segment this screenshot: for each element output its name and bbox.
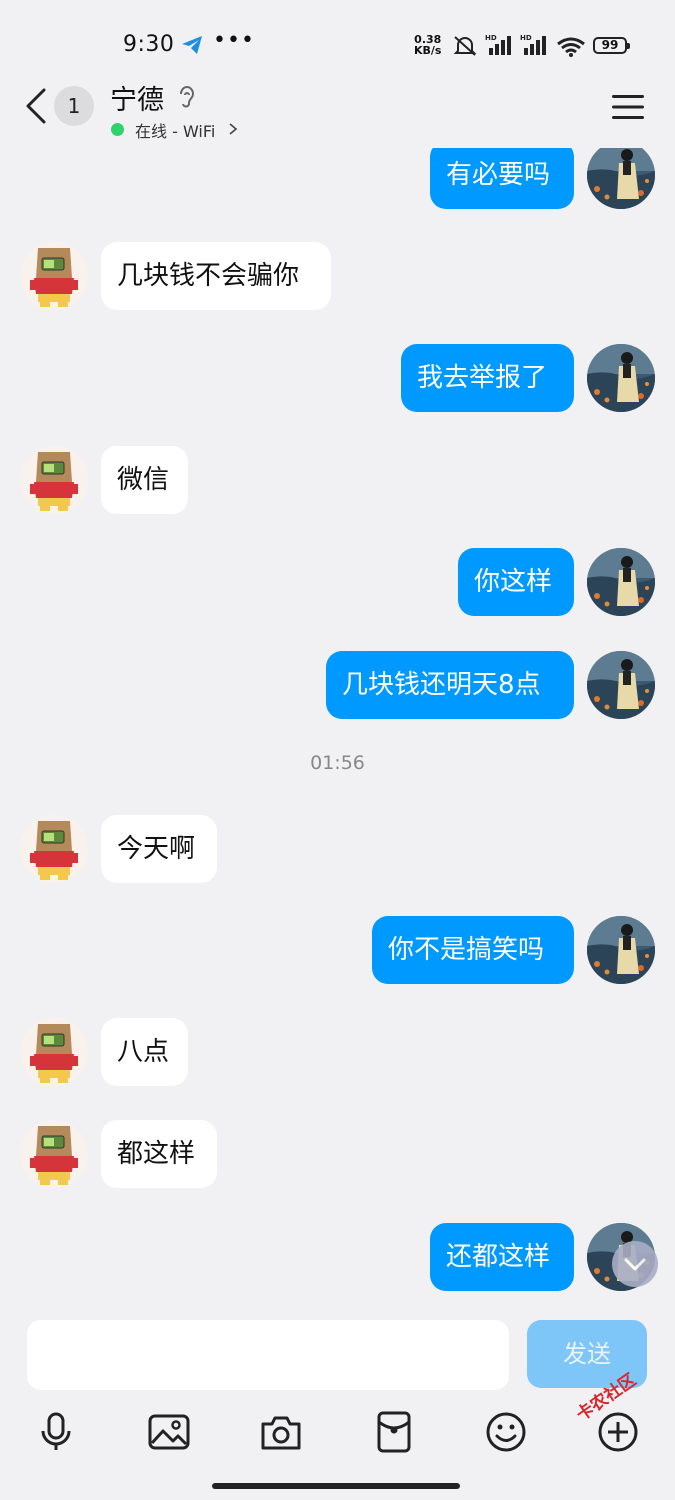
message-list[interactable]: 01:56 有必要吗几块钱不会骗你我去举报了微信你这样几块钱还明天8点今天啊你不… <box>0 148 675 1310</box>
my-avatar[interactable] <box>587 148 655 209</box>
mute-bell-icon <box>453 36 477 56</box>
message-input[interactable] <box>27 1320 509 1390</box>
sent-message-bubble[interactable]: 几块钱还明天8点 <box>326 651 574 719</box>
received-message-bubble[interactable]: 几块钱不会骗你 <box>101 242 331 310</box>
menu-icon[interactable] <box>612 94 644 120</box>
plus-circle-icon[interactable] <box>596 1410 640 1454</box>
back-arrow-icon[interactable] <box>22 86 52 126</box>
contact-avatar[interactable] <box>20 242 88 310</box>
contact-avatar[interactable] <box>20 1018 88 1086</box>
battery-indicator: 99 <box>593 37 630 54</box>
sent-message-bubble[interactable]: 你不是搞笑吗 <box>372 916 574 984</box>
unread-count-badge[interactable]: 1 <box>54 86 94 126</box>
red-packet-icon[interactable] <box>372 1410 416 1454</box>
sent-message-bubble[interactable]: 有必要吗 <box>430 148 574 209</box>
svg-text:HD: HD <box>485 34 497 42</box>
emoji-icon[interactable] <box>484 1410 528 1454</box>
sent-message-bubble[interactable]: 还都这样 <box>430 1223 574 1291</box>
online-status-dot <box>111 123 124 136</box>
received-message-bubble[interactable]: 今天啊 <box>101 815 217 883</box>
online-status[interactable]: 在线 - WiFi <box>135 118 215 142</box>
contact-name[interactable]: 宁德 <box>110 78 164 117</box>
received-message-bubble[interactable]: 八点 <box>101 1018 188 1086</box>
timestamp: 01:56 <box>310 752 365 774</box>
telegram-icon <box>182 36 202 54</box>
chevron-right-icon[interactable] <box>228 122 238 136</box>
cellular-signal-1-icon: HD <box>485 34 511 55</box>
my-avatar[interactable] <box>587 548 655 616</box>
svg-text:HD: HD <box>520 34 532 42</box>
my-avatar[interactable] <box>587 916 655 984</box>
net-speed-unit: KB/s <box>414 44 442 57</box>
contact-avatar[interactable] <box>20 1120 88 1188</box>
home-indicator[interactable] <box>212 1483 460 1489</box>
image-icon[interactable] <box>147 1410 191 1454</box>
chat-header: 1 宁德 在线 - WiFi <box>0 70 675 148</box>
contact-avatar[interactable] <box>20 446 88 514</box>
network-speed: 0.38 KB/s <box>414 34 441 56</box>
sent-message-bubble[interactable]: 你这样 <box>458 548 574 616</box>
received-message-bubble[interactable]: 都这样 <box>101 1120 217 1188</box>
chevron-down-icon <box>624 1258 646 1271</box>
camera-icon[interactable] <box>259 1410 303 1454</box>
wifi-icon <box>557 37 585 57</box>
my-avatar[interactable] <box>587 344 655 412</box>
contact-avatar[interactable] <box>20 815 88 883</box>
scroll-to-bottom-button[interactable] <box>612 1241 658 1287</box>
more-notifications-icon: ••• <box>213 28 255 53</box>
microphone-icon[interactable] <box>34 1410 78 1454</box>
received-message-bubble[interactable]: 微信 <box>101 446 188 514</box>
sent-message-bubble[interactable]: 我去举报了 <box>401 344 574 412</box>
status-time: 9:30 <box>123 32 175 57</box>
ear-icon[interactable] <box>176 84 198 110</box>
my-avatar[interactable] <box>587 651 655 719</box>
cellular-signal-2-icon: HD <box>520 34 546 55</box>
